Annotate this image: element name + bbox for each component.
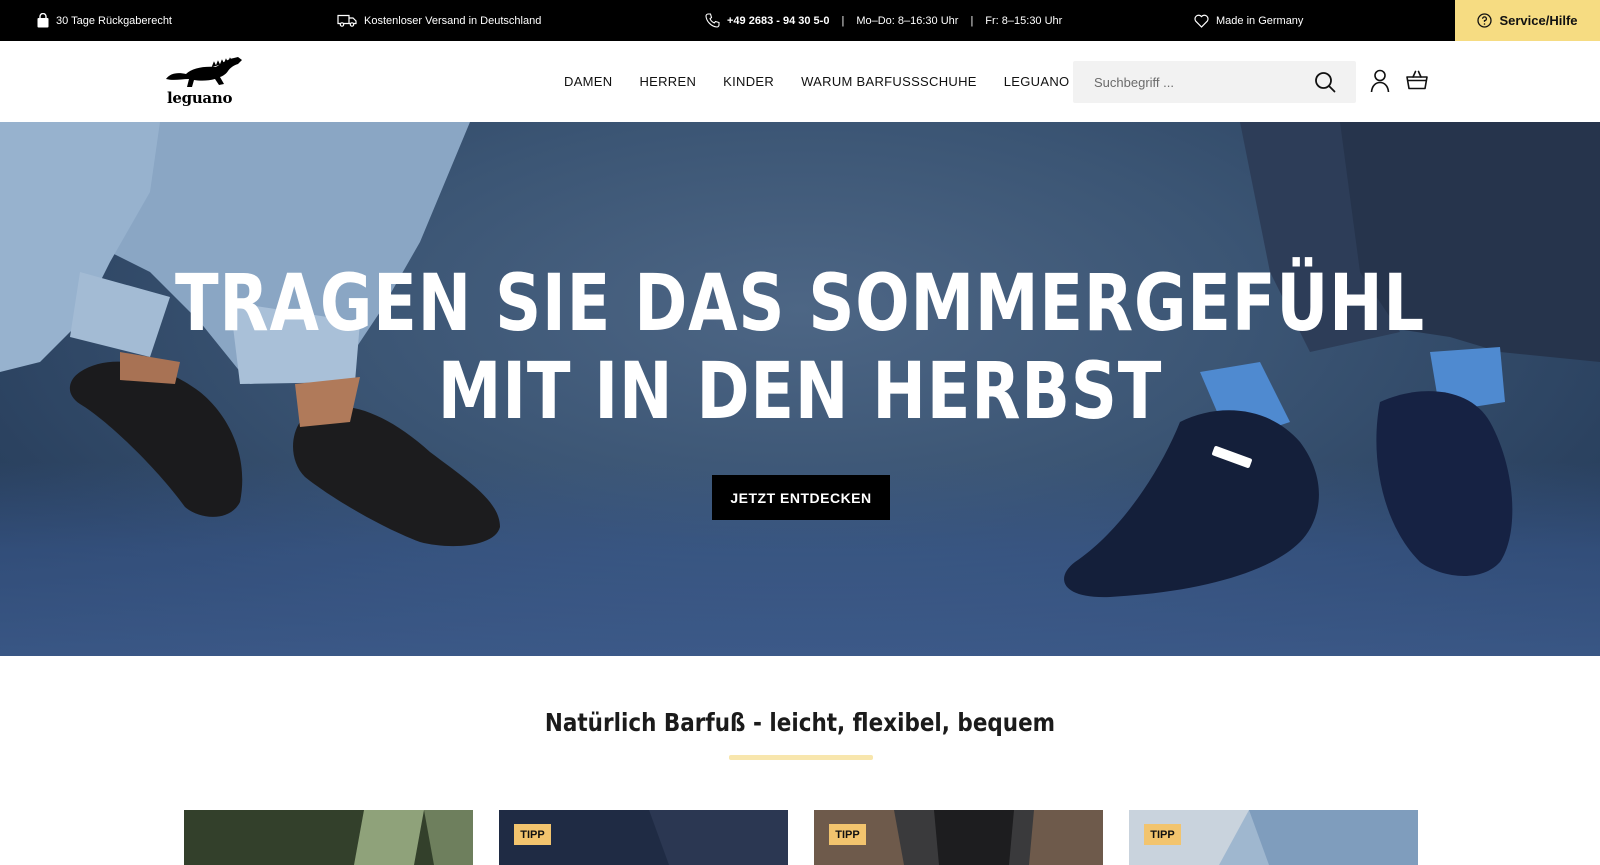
separator: | [841,14,845,27]
phone-icon [705,13,720,28]
phone-number[interactable]: +49 2683 - 94 30 5-0 [727,15,829,27]
service-help-button[interactable]: Service/Hilfe [1455,0,1600,41]
logo[interactable]: leguano [164,55,244,109]
truck-icon [337,14,357,27]
top-info-bar: 30 Tage Rückgaberecht Kostenloser Versan… [0,0,1600,41]
shopping-bag-icon [37,13,49,28]
product-card-3[interactable]: TIPP [814,810,1103,865]
search-input[interactable] [1094,61,1314,103]
discover-now-button[interactable]: JETZT ENTDECKEN [712,475,890,520]
logo-text: leguano [167,89,233,107]
made-in-germany-item: Made in Germany [1194,0,1303,41]
tip-badge: TIPP [514,824,551,845]
return-policy-text: 30 Tage Rückgaberecht [56,14,172,27]
main-header: leguano DAMEN HERREN KINDER WARUM BARFUS… [0,41,1600,122]
section-title-underline [729,755,873,760]
nav-item-warum-barfussschuhe[interactable]: WARUM BARFUSSSCHUHE [801,74,977,89]
search-icon[interactable] [1314,71,1336,93]
help-circle-icon [1477,13,1493,28]
hours-friday: Fr: 8–15:30 Uhr [985,14,1063,27]
service-help-label: Service/Hilfe [1499,13,1578,28]
shipping-text: Kostenloser Versand in Deutschland [364,14,542,27]
nav-item-kinder[interactable]: KINDER [723,74,774,89]
hero-title-line-2: MIT IN DEN HERBST [437,347,1163,437]
tip-badge: TIPP [1144,824,1181,845]
product-card-1[interactable] [184,810,473,865]
nav-item-herren[interactable]: HERREN [639,74,696,89]
hours-weekdays: Mo–Do: 8–16:30 Uhr [856,14,959,27]
phone-item[interactable]: +49 2683 - 94 30 5-0 | Mo–Do: 8–16:30 Uh… [705,0,1062,41]
search-box [1073,61,1356,103]
nav-item-leguano[interactable]: LEGUANO [1004,74,1070,89]
nav-item-damen[interactable]: DAMEN [564,74,612,89]
heart-icon [1194,14,1209,28]
hero-title: TRAGEN SIE DAS SOMMERGEFÜHL MIT IN DEN H… [144,260,1456,436]
product-card-4[interactable]: TIPP [1129,810,1418,865]
product-image [184,810,473,865]
section-title: Natürlich Barfuß - leicht, flexibel, beq… [544,708,1056,737]
iguana-logo-icon [166,57,242,87]
made-in-germany-text: Made in Germany [1216,14,1304,27]
cart-icon[interactable] [1406,70,1428,90]
main-nav: DAMEN HERREN KINDER WARUM BARFUSSSCHUHE … [564,41,1096,122]
product-card-2[interactable]: TIPP [499,810,788,865]
shipping-item: Kostenloser Versand in Deutschland [337,0,541,41]
tip-badge: TIPP [829,824,866,845]
return-policy-item: 30 Tage Rückgaberecht [37,0,172,41]
account-icon[interactable] [1370,69,1390,93]
hero-title-line-1: TRAGEN SIE DAS SOMMERGEFÜHL [174,259,1426,349]
hero-banner[interactable]: TRAGEN SIE DAS SOMMERGEFÜHL MIT IN DEN H… [0,122,1600,656]
separator: | [970,14,974,27]
